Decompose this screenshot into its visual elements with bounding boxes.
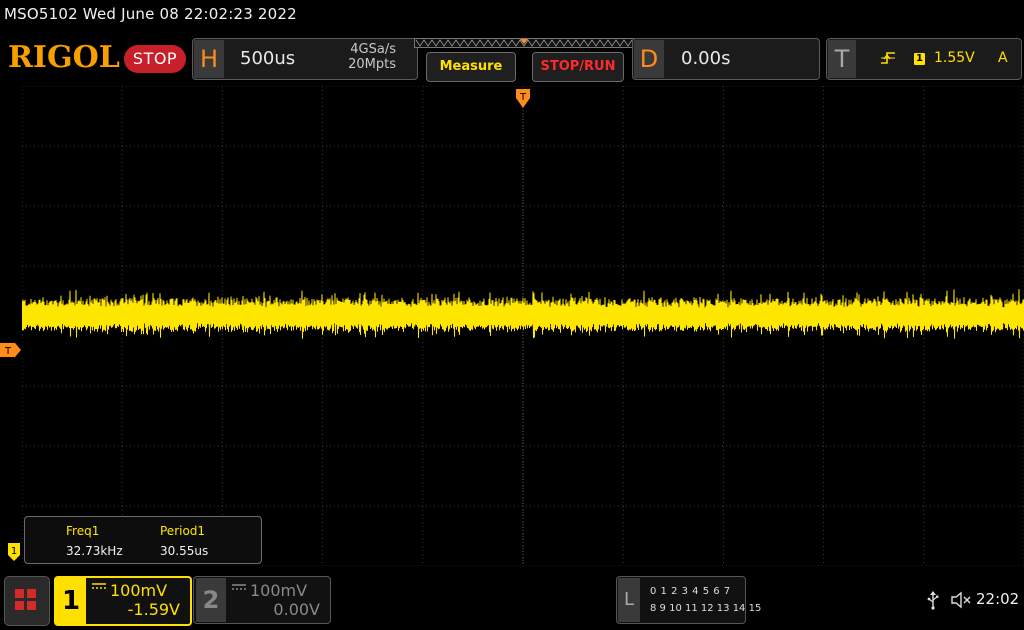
measurement-value: 32.73kHz [66, 544, 123, 558]
channel-1-scale: 100mV [110, 581, 168, 600]
acquisition-info: 4GSa/s 20Mpts [332, 42, 396, 72]
rising-edge-icon [881, 52, 895, 64]
trigger-level-marker[interactable]: T [0, 343, 22, 357]
channel-1-offset-marker[interactable]: 1 [7, 542, 21, 562]
trigger-label: T [828, 40, 856, 78]
logic-channels-low: 0 1 2 3 4 5 6 7 [650, 586, 731, 597]
trigger-position-marker[interactable]: T [515, 88, 531, 110]
stop-run-button[interactable]: STOP/RUN [532, 52, 624, 82]
channel-2-offset: 0.00V [273, 600, 320, 619]
memory-depth: 20Mpts [348, 57, 396, 72]
grid-menu-icon [15, 589, 36, 610]
trigger-level-marker-label: T [4, 346, 12, 357]
memory-position-bar[interactable] [414, 38, 634, 48]
delay-value: 0.00s [681, 48, 731, 69]
channel-1-offset-marker-label: 1 [11, 546, 17, 557]
speaker-muted-icon[interactable] [950, 590, 972, 610]
system-clock: 22:02 [976, 590, 1020, 608]
measure-button[interactable]: Measure [426, 52, 516, 82]
logic-channels-high: 8 9 10 11 12 13 14 15 [650, 603, 762, 614]
delay-label: D [634, 40, 664, 78]
waveform-display[interactable] [22, 86, 1024, 566]
measurement-panel[interactable] [24, 516, 262, 564]
trigger-mode: A [998, 50, 1008, 66]
channel-2-scale: 100mV [250, 581, 308, 600]
horizontal-label: H [194, 40, 224, 78]
measurement-value: 30.55us [160, 544, 209, 558]
usb-icon [927, 591, 939, 610]
dc-coupling-icon [232, 584, 246, 590]
trigger-level: 1.55V [934, 50, 975, 66]
sample-rate: 4GSa/s [350, 42, 396, 57]
trigger-source-badge: 1 [914, 53, 925, 65]
channel-1-number: 1 [56, 578, 86, 624]
run-state-badge[interactable]: STOP [124, 45, 186, 73]
channel-1-offset: -1.59V [127, 600, 180, 619]
brand-logo: RIGOL [8, 40, 120, 75]
dc-coupling-icon [92, 583, 106, 589]
measurement-label: Period1 [160, 524, 206, 538]
channel-2-number: 2 [196, 578, 226, 622]
timebase-value: 500us [240, 48, 296, 69]
trigger-position-marker-label: T [519, 92, 527, 103]
logic-analyzer-label: L [618, 578, 640, 622]
measurement-label: Freq1 [66, 524, 100, 538]
device-title: MSO5102 Wed June 08 22:02:23 2022 [4, 5, 297, 23]
